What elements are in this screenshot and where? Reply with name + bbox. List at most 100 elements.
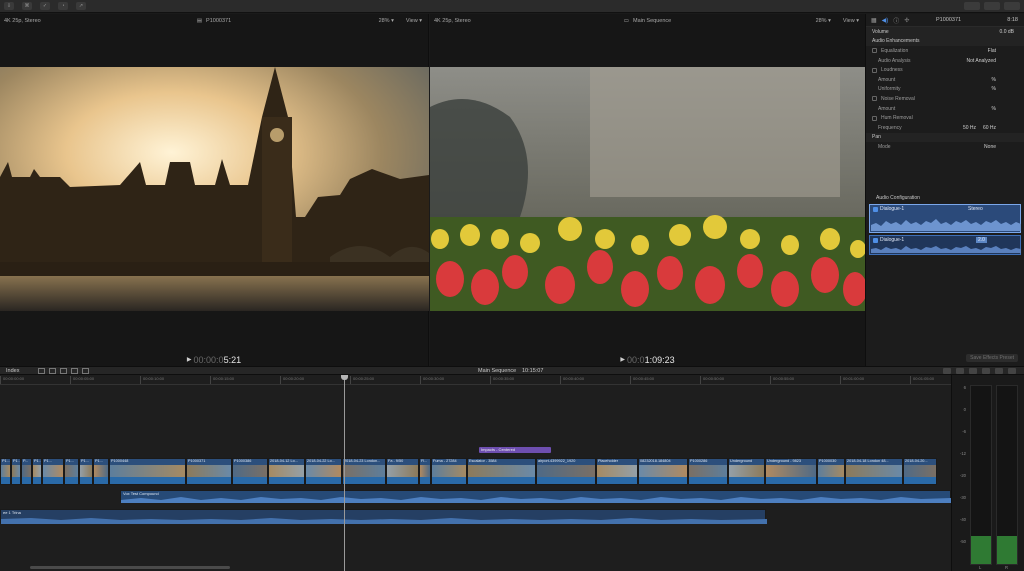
background-tasks-icon[interactable]: ◔ [58,2,68,10]
noise-removal-row[interactable]: Noise Removal [866,94,1024,104]
timeline-clip[interactable]: Fuma - 27284 [431,458,467,485]
timeline-clip[interactable]: P1000030 [817,458,845,485]
video-tab-icon[interactable]: ▦ [871,17,877,24]
timeline-clip[interactable]: 08232018.184804 [638,458,688,485]
timeline-ruler[interactable]: 00:00:00:00 00:00:05:00 00:00:10:00 00:00:1… [0,375,951,385]
share-icon[interactable]: ↗ [76,2,86,10]
compound-audio-clip[interactable]: Vox Test Compound [120,490,951,503]
equalization-row[interactable]: Equalization Flat [866,46,1024,56]
timeline-clip[interactable]: 2018-04-18 London 48... [845,458,903,485]
uniformity-value[interactable]: % [992,86,996,92]
timeline-clip[interactable]: P1... [32,458,42,485]
audio-lane-1[interactable]: Dialogue-1 Stereo [869,204,1021,233]
info-tab-icon[interactable]: ⓘ [893,16,899,25]
import-icon[interactable]: ⇩ [4,2,14,10]
frequency-50hz-radio[interactable]: 50 Hz [963,125,976,131]
timeline-clip[interactable]: P1... [0,458,11,485]
timeline-clip[interactable]: airport-4399922_1920 [536,458,596,485]
play-icon[interactable]: ▶ [620,356,625,363]
inspector-toggle-button[interactable] [1004,2,1020,10]
timeline-clip[interactable]: P1... [93,458,109,485]
clip-appearance-icon[interactable] [995,368,1003,374]
amount-value[interactable]: % [992,106,996,112]
frequency-60hz-radio[interactable]: 60 Hz [983,125,996,131]
key-icon[interactable]: ✓ [40,2,50,10]
noise-amount-row[interactable]: Amount % [866,104,1024,114]
connect-clip-icon[interactable] [38,368,45,374]
playhead-handle[interactable] [341,375,348,380]
video-frame-parliament[interactable] [0,67,429,311]
play-icon[interactable]: ▶ [187,356,192,363]
index-button[interactable]: Index [6,368,19,374]
effects-browser-icon[interactable] [1008,368,1016,374]
video-frame-tulips[interactable] [430,67,865,311]
volume-row[interactable]: Volume 0.0 dB [866,27,1024,37]
timeline-clip[interactable]: P1... [64,458,79,485]
amount-label: Amount [878,76,896,83]
pan-mode-row[interactable]: Mode None [866,142,1024,152]
timeline-clip[interactable]: 2018-04-12 Lo... [268,458,305,485]
equalization-value[interactable]: Flat [988,48,996,54]
zoom-dropdown[interactable]: 28% ▾ [379,18,394,24]
volume-label: Volume [872,28,889,35]
overwrite-clip-icon[interactable] [71,368,78,374]
timeline-scrollbar[interactable] [30,566,230,569]
timeline-clip[interactable]: P1... [42,458,64,485]
hum-removal-row[interactable]: Hum Removal [866,113,1024,123]
uniformity-row[interactable]: Uniformity % [866,85,1024,95]
timeline-clip[interactable]: 2018-04-20... [903,458,937,485]
clip-audio [597,477,637,484]
view-menu[interactable]: View ▾ [843,18,859,24]
loudness-row[interactable]: Loudness [866,65,1024,75]
audio-tab-icon[interactable]: ◀) [882,17,889,24]
lane-checkbox[interactable] [873,237,878,243]
loudness-amount-row[interactable]: Amount % [866,75,1024,85]
skimming-icon[interactable] [943,368,951,374]
audio-analysis-label: Audio Analysis [878,57,911,64]
snapping-icon[interactable] [982,368,990,374]
keywords-icon[interactable]: ⌘ [22,2,32,10]
top-toolbar: ⇩ ⌘ ✓ ◔ ↗ [0,0,1024,13]
zoom-dropdown[interactable]: 28% ▾ [816,18,831,24]
frequency-row[interactable]: Frequency 50 Hz 60 Hz [866,123,1024,133]
timeline-clip[interactable]: Underground - 9823 [765,458,817,485]
lane-format-dropdown[interactable]: Stereo [968,206,983,212]
loudness-checkbox[interactable] [872,67,877,73]
audio-lane-2[interactable]: Dialogue-1 2.0 [869,235,1021,255]
timeline-clip[interactable]: P1000371 [186,458,232,485]
mode-value[interactable]: None [984,144,996,150]
save-effects-preset-button[interactable]: Save Effects Preset [966,354,1018,362]
solo-icon[interactable] [969,368,977,374]
view-menu[interactable]: View ▾ [406,18,422,24]
timeline-clip[interactable]: P1... [79,458,93,485]
timeline-clip[interactable]: P1000448 [109,458,186,485]
connected-title-clip[interactable]: Impacts - Centered [479,447,551,453]
timeline-clip[interactable]: 2018-04-23 London... [342,458,386,485]
timeline-clip[interactable]: Fl... [419,458,431,485]
hum-removal-checkbox[interactable] [872,115,877,121]
playhead[interactable] [344,375,345,571]
timeline-clip[interactable]: Fa - 9/50 [386,458,419,485]
share-tab-icon[interactable]: ✢ [904,17,909,24]
timeline-toggle-button[interactable] [984,2,1000,10]
timeline-clip[interactable]: Escalator - 3584 [467,458,536,485]
music-audio-clip[interactable]: ee 1 Trina [0,509,767,524]
append-clip-icon[interactable] [60,368,67,374]
audio-skimming-icon[interactable] [956,368,964,374]
insert-clip-icon[interactable] [49,368,56,374]
timeline-clip[interactable]: Placeholder [596,458,638,485]
timeline[interactable]: 00:00:00:00 00:00:05:00 00:00:10:00 00:00:1… [0,375,951,571]
timeline-clip[interactable]: 2018-04-22 Lo... [305,458,342,485]
timeline-clip[interactable]: P1... [11,458,21,485]
volume-value[interactable]: 0.0 dB [1000,29,1014,35]
timeline-clip[interactable]: P1000286 [688,458,728,485]
amount-value[interactable]: % [992,77,996,83]
browser-toggle-button[interactable] [964,2,980,10]
equalization-checkbox[interactable] [872,48,877,54]
select-tool-icon[interactable] [82,368,89,374]
noise-removal-checkbox[interactable] [872,96,877,102]
timeline-clip[interactable]: P... [21,458,32,485]
timeline-clip[interactable]: Underground [728,458,765,485]
timeline-clip[interactable]: P1000386 [232,458,268,485]
lane-checkbox[interactable] [873,206,878,212]
